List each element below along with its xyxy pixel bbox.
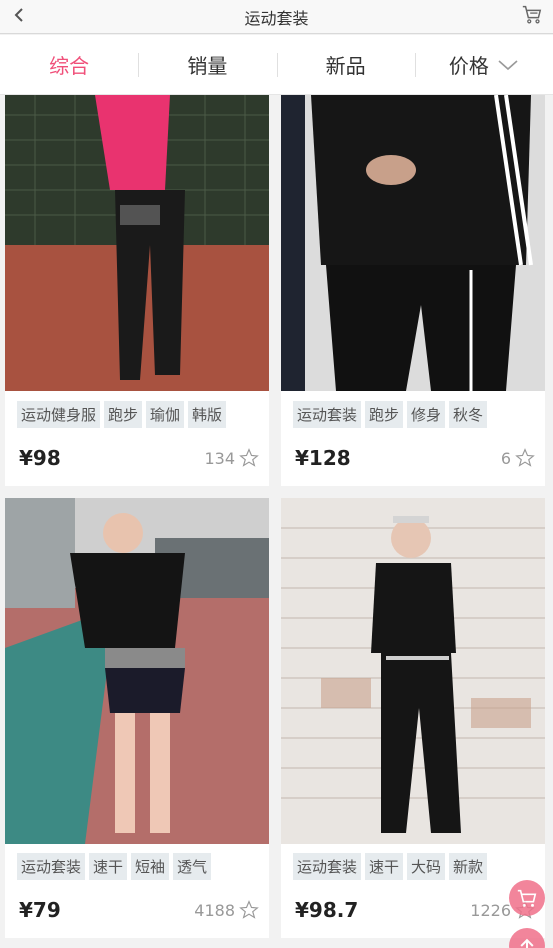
tag: 短袖 [131,853,170,880]
product-image[interactable] [5,498,269,844]
top-bar: 运动套装 [0,0,553,34]
tab-label: 综合 [49,54,90,78]
shopping-cart-icon [517,889,537,907]
sales-count-value: 134 [204,448,235,468]
tag: 瑜伽 [146,401,185,428]
sales-count: 134 [204,448,259,468]
tab-label: 价格 [448,54,489,78]
tag: 速干 [89,853,128,880]
sales-count: 6 [501,448,535,468]
product-card[interactable]: 运动套装 速干 大码 新款 ¥98.7 1226 [281,498,545,938]
product-tags: 运动套装 速干 大码 新款 [293,853,488,880]
product-tags: 运动套装 速干 短袖 透气 [17,853,212,880]
tag: 韩版 [188,401,227,428]
star-icon[interactable] [515,448,535,468]
sales-count-value: 6 [500,448,511,468]
chevron-down-icon [498,59,518,70]
tag: 跑步 [365,401,404,428]
product-card[interactable]: 运动套装 速干 短袖 透气 ¥79 4188 [5,498,269,938]
tab-new[interactable]: 新品 [276,35,415,94]
tag: 跑步 [104,401,143,428]
arrow-up-icon [520,938,534,948]
star-icon[interactable] [239,900,259,920]
tag: 修身 [407,401,446,428]
sales-count-value: 4188 [194,900,235,920]
tag: 运动套装 [293,401,362,428]
product-price: ¥98.7 [295,898,359,922]
product-price: ¥98 [19,446,61,470]
product-tags: 运动套装 跑步 修身 秋冬 [293,401,488,428]
product-image[interactable] [281,95,545,391]
product-image[interactable] [281,498,545,844]
tag: 大码 [407,853,446,880]
product-price: ¥79 [19,898,61,922]
tag: 运动健身服 [17,401,101,428]
sort-tabs: 综合 销量 新品 价格 [0,35,553,95]
product-card[interactable]: 运动健身服 跑步 瑜伽 韩版 ¥98 134 [5,95,269,486]
tag: 秋冬 [449,401,488,428]
page-title: 运动套装 [244,9,309,28]
shopping-cart-icon[interactable] [521,3,543,25]
tag: 速干 [365,853,404,880]
tag: 新款 [449,853,488,880]
tab-label: 新品 [325,54,366,78]
floating-cart-button[interactable] [509,880,545,916]
tag: 透气 [173,853,212,880]
tab-label: 销量 [187,54,228,78]
tab-sales[interactable]: 销量 [138,35,276,94]
sales-count-value: 1226 [470,900,511,920]
sales-count: 4188 [194,900,259,920]
product-card[interactable]: 运动套装 跑步 修身 秋冬 ¥128 6 [281,95,545,486]
product-image[interactable] [5,95,269,391]
product-price: ¥128 [295,446,351,470]
star-icon[interactable] [239,448,259,468]
tag: 运动套装 [17,853,86,880]
tab-comprehensive[interactable]: 综合 [0,35,138,94]
tag: 运动套装 [293,853,362,880]
product-tags: 运动健身服 跑步 瑜伽 韩版 [17,401,227,428]
tab-price[interactable]: 价格 [414,35,553,94]
